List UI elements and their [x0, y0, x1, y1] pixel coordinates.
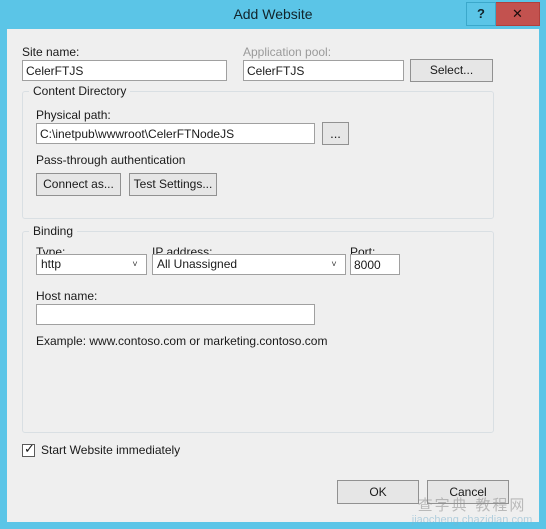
physical-path-input[interactable] — [36, 123, 315, 144]
connect-as-button[interactable]: Connect as... — [36, 173, 121, 196]
start-website-checkbox-row[interactable]: ✓ Start Website immediately — [22, 443, 180, 457]
content-directory-group-title: Content Directory — [29, 84, 131, 98]
help-button[interactable]: ? — [466, 2, 496, 26]
port-input[interactable] — [350, 254, 400, 275]
check-icon: ✓ — [24, 441, 35, 457]
start-website-checkbox[interactable]: ✓ — [22, 441, 35, 457]
start-website-label: Start Website immediately — [41, 443, 181, 457]
physical-path-label: Physical path: — [36, 108, 111, 122]
ip-address-value: All Unassigned — [157, 257, 238, 271]
host-name-input[interactable] — [36, 304, 315, 325]
chevron-down-icon: ˅ — [331, 259, 337, 269]
window-title: Add Website — [233, 6, 313, 22]
pass-through-authentication-label: Pass-through authentication — [36, 153, 186, 167]
host-name-label: Host name: — [36, 289, 98, 303]
ip-address-select[interactable]: All Unassigned ˅ — [152, 254, 346, 275]
select-app-pool-button[interactable]: Select... — [410, 59, 493, 82]
titlebar: Add Website ? ✕ — [0, 0, 546, 29]
binding-type-select[interactable]: http ˅ — [36, 254, 147, 275]
host-name-example: Example: www.contoso.com or marketing.co… — [36, 334, 328, 348]
application-pool-label: Application pool: — [243, 45, 332, 59]
cancel-button[interactable]: Cancel — [427, 480, 509, 504]
dialog-body: Site name: Application pool: Select... C… — [7, 29, 539, 522]
add-website-dialog: Add Website ? ✕ Site name: Application p… — [0, 0, 546, 529]
binding-type-value: http — [41, 257, 62, 271]
close-icon[interactable]: ✕ — [496, 2, 540, 26]
titlebar-buttons: ? ✕ — [466, 2, 540, 26]
binding-group-title: Binding — [29, 224, 78, 238]
site-name-input[interactable] — [22, 60, 227, 81]
site-name-label: Site name: — [22, 45, 80, 59]
test-settings-button[interactable]: Test Settings... — [129, 173, 217, 196]
chevron-down-icon: ˅ — [132, 259, 138, 269]
browse-path-button[interactable]: ... — [322, 122, 349, 145]
ok-button[interactable]: OK — [337, 480, 419, 504]
application-pool-input[interactable] — [243, 60, 404, 81]
